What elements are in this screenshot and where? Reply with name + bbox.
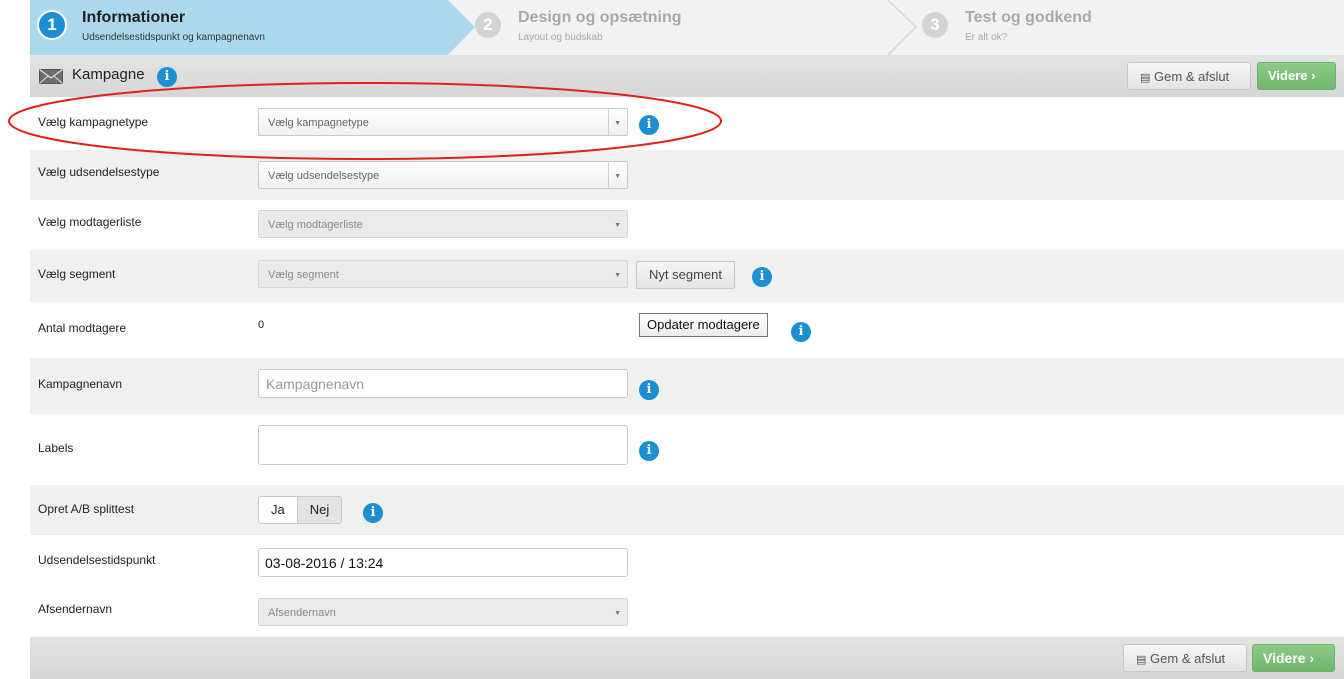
- step-number: 2: [475, 12, 501, 38]
- row-segment: Vælg segment Vælg segment ▼ Nyt segment …: [30, 250, 1344, 302]
- next-label: Videre: [1263, 650, 1306, 666]
- step-subtitle: Er alt ok?: [965, 32, 1008, 43]
- caret-down-icon: ▼: [614, 120, 621, 127]
- footer-bar: ▤ Gem & afslut Videre ›: [30, 637, 1344, 679]
- chevron-right-icon: ›: [1309, 650, 1315, 666]
- step-informationer[interactable]: 1 Informationer Udsendelsestidspunkt og …: [30, 0, 450, 55]
- row-labels: Labels i: [30, 414, 1344, 485]
- caret-down-icon: ▼: [614, 272, 621, 279]
- save-exit-button[interactable]: ▤ Gem & afslut: [1127, 62, 1251, 90]
- row-splittest: Opret A/B splittest Ja Nej i: [30, 485, 1344, 535]
- campaign-header-bar: Kampagne i ▤ Gem & afslut Videre ›: [30, 55, 1344, 97]
- modtagerliste-placeholder: Vælg modtagerliste: [268, 219, 363, 231]
- row-kampagnenavn: Kampagnenavn Kampagnenavn i: [30, 358, 1344, 414]
- udsendelsestype-placeholder: Vælg udsendelsestype: [268, 170, 380, 182]
- new-segment-button[interactable]: Nyt segment: [636, 261, 735, 289]
- afsender-select[interactable]: Afsendernavn ▼: [258, 598, 628, 626]
- row-kampagnetype: Vælg kampagnetype Vælg kampagnetype ▼ i: [30, 97, 1344, 150]
- labels-label: Labels: [38, 441, 74, 455]
- save-exit-label: Gem & afslut: [1154, 69, 1230, 84]
- udsendelsestype-label: Vælg udsendelsestype: [38, 165, 160, 179]
- udsendelsestype-select[interactable]: Vælg udsendelsestype ▼: [258, 161, 628, 189]
- afsender-placeholder: Afsendernavn: [268, 607, 336, 619]
- kampagnenavn-label: Kampagnenavn: [38, 377, 123, 391]
- chevron-right-icon: ›: [1311, 68, 1316, 83]
- modtagerliste-label: Vælg modtagerliste: [38, 215, 142, 229]
- step-number: 3: [922, 12, 948, 38]
- info-icon[interactable]: i: [639, 441, 659, 461]
- kampagnenavn-placeholder: Kampagnenavn: [266, 376, 365, 392]
- info-icon[interactable]: i: [157, 67, 177, 87]
- info-icon[interactable]: i: [639, 115, 659, 135]
- wizard-steps: 1 Informationer Udsendelsestidspunkt og …: [30, 0, 1344, 56]
- envelope-icon: [39, 69, 63, 84]
- printer-icon: ▤: [1140, 72, 1151, 84]
- segment-label: Vælg segment: [38, 267, 116, 281]
- row-afsendernavn: Afsendernavn Afsendernavn ▼: [30, 587, 1344, 637]
- caret-down-icon: ▼: [614, 173, 621, 180]
- printer-icon: ▤: [1136, 654, 1147, 666]
- segment-select[interactable]: Vælg segment ▼: [258, 260, 628, 288]
- tidspunkt-input[interactable]: 03-08-2016 / 13:24: [258, 548, 628, 577]
- segment-placeholder: Vælg segment: [268, 269, 339, 281]
- row-udsendelsestype: Vælg udsendelsestype Vælg udsendelsestyp…: [30, 150, 1344, 200]
- kampagnetype-placeholder: Vælg kampagnetype: [268, 117, 369, 129]
- splittest-yes-button[interactable]: Ja: [259, 497, 297, 523]
- step-subtitle: Udsendelsestidspunkt og kampagnenavn: [82, 32, 265, 43]
- caret-down-icon: ▼: [614, 610, 621, 617]
- step-design[interactable]: 2 Design og opsætning Layout og budskab: [466, 0, 886, 55]
- page: 1 Informationer Udsendelsestidspunkt og …: [30, 0, 1344, 679]
- row-modtagerliste: Vælg modtagerliste Vælg modtagerliste ▼: [30, 200, 1344, 250]
- labels-input[interactable]: [258, 425, 628, 465]
- next-button-bottom[interactable]: Videre ›: [1252, 644, 1335, 672]
- step-title: Informationer: [82, 9, 186, 26]
- antal-value: 0: [258, 319, 265, 331]
- splittest-no-button[interactable]: Nej: [296, 497, 342, 523]
- row-antal-modtagere: Antal modtagere 0 Opdater modtagere i: [30, 302, 1344, 358]
- step-subtitle: Layout og budskab: [518, 32, 603, 43]
- kampagnenavn-input[interactable]: Kampagnenavn: [258, 369, 628, 398]
- save-exit-label: Gem & afslut: [1150, 651, 1226, 666]
- row-udsendelsestidspunkt: Udsendelsestidspunkt 03-08-2016 / 13:24: [30, 535, 1344, 587]
- tidspunkt-label: Udsendelsestidspunkt: [38, 553, 156, 567]
- info-icon[interactable]: i: [791, 322, 811, 342]
- info-icon[interactable]: i: [752, 267, 772, 287]
- tidspunkt-value: 03-08-2016 / 13:24: [265, 555, 384, 571]
- update-recipients-button[interactable]: Opdater modtagere: [639, 313, 768, 337]
- info-icon[interactable]: i: [363, 503, 383, 523]
- afsender-label: Afsendernavn: [38, 602, 113, 616]
- modtagerliste-select[interactable]: Vælg modtagerliste ▼: [258, 210, 628, 238]
- kampagnetype-select[interactable]: Vælg kampagnetype ▼: [258, 108, 628, 136]
- step-number: 1: [37, 10, 67, 40]
- step-test[interactable]: 3 Test og godkend Er alt ok?: [913, 0, 1333, 55]
- antal-label: Antal modtagere: [38, 321, 127, 335]
- info-icon[interactable]: i: [639, 380, 659, 400]
- save-exit-button-bottom[interactable]: ▤ Gem & afslut: [1123, 644, 1247, 672]
- splittest-toggle: Ja Nej: [258, 496, 343, 524]
- page-title: Kampagne: [72, 66, 145, 83]
- splittest-label: Opret A/B splittest: [38, 502, 135, 516]
- next-label: Videre: [1268, 68, 1308, 83]
- kampagnetype-label: Vælg kampagnetype: [38, 115, 149, 129]
- step-title: Design og opsætning: [518, 9, 682, 26]
- next-button[interactable]: Videre ›: [1257, 62, 1336, 90]
- step-title: Test og godkend: [965, 9, 1092, 26]
- caret-down-icon: ▼: [614, 222, 621, 229]
